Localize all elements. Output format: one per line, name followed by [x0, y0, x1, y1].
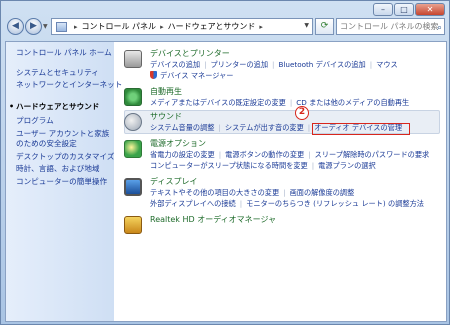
- sound-title[interactable]: サウンド: [150, 112, 182, 122]
- realtek-audio-icon[interactable]: [124, 216, 142, 234]
- maximize-button[interactable]: □: [394, 3, 414, 16]
- power-links: 省電力の設定の変更 | 電源ボタンの動作の変更 | スリープ解除時のパスワードの要求: [150, 150, 430, 159]
- autoplay-links: メディアまたはデバイスの既定設定の変更 | CD または他のメディアの自動再生: [150, 98, 410, 107]
- add-device-link[interactable]: デバイスの追加: [150, 60, 200, 69]
- navigation-bar: ◀ ▶ ▼ ▸ コントロール パネル ▸ ハードウェアとサウンド ▸ ▼ ⟳ コ…: [5, 17, 447, 39]
- sidebar-item-label: ハードウェアとサウンド: [16, 102, 100, 111]
- sidebar-item-programs[interactable]: プログラム: [16, 116, 54, 126]
- sidebar-item-system-security[interactable]: システムとセキュリティ: [16, 68, 99, 78]
- refresh-rate-link[interactable]: モニターのちらつき (リフレッシュ レート) の調整方法: [246, 199, 424, 208]
- power-links-2: コンピューターがスリープ状態になる時間を変更 | 電源プランの選択: [150, 161, 376, 170]
- window-frame: – □ ✕ ◀ ▶ ▼ ▸ コントロール パネル ▸ ハードウェアとサウンド ▸…: [0, 0, 450, 325]
- main-panel: デバイスとプリンター デバイスの追加 | プリンターの追加 | Bluetooth デバ…: [114, 42, 446, 321]
- breadcrumb-separator: ▸: [74, 22, 78, 31]
- power-button-link[interactable]: 電源ボタンの動作の変更: [225, 150, 304, 159]
- search-icon[interactable]: ⌕: [437, 21, 442, 34]
- sidebar-item-hardware-sound: • ハードウェアとサウンド: [9, 102, 100, 112]
- display-title[interactable]: ディスプレイ: [150, 177, 197, 187]
- shield-icon: [150, 71, 157, 79]
- minimize-button[interactable]: –: [373, 3, 393, 16]
- recent-pages-dropdown[interactable]: ▼: [43, 23, 48, 30]
- search-placeholder: コントロール パネルの検索: [340, 22, 439, 31]
- content-area: コントロール パネル ホーム システムとセキュリティ ネットワークとインターネッ…: [5, 41, 447, 322]
- search-input[interactable]: コントロール パネルの検索 ⌕: [336, 18, 445, 35]
- power-icon[interactable]: [124, 140, 142, 158]
- add-printer-link[interactable]: プリンターの追加: [211, 60, 269, 69]
- system-volume-link[interactable]: システム音量の調整: [150, 123, 214, 132]
- speaker-icon[interactable]: [124, 113, 142, 131]
- control-panel-icon: [56, 21, 67, 32]
- refresh-button[interactable]: ⟳: [315, 18, 334, 35]
- sidebar: コントロール パネル ホーム システムとセキュリティ ネットワークとインターネッ…: [6, 42, 122, 321]
- caption-buttons: – □ ✕: [373, 3, 445, 16]
- breadcrumb-control-panel[interactable]: コントロール パネル: [82, 21, 157, 32]
- close-button[interactable]: ✕: [415, 3, 445, 16]
- address-bar[interactable]: ▸ コントロール パネル ▸ ハードウェアとサウンド ▸ ▼: [51, 18, 313, 35]
- devices-links-2: デバイス マネージャー: [150, 71, 233, 81]
- sidebar-item-user-accounts[interactable]: ユーザー アカウントと家族: [16, 129, 109, 139]
- sleep-time-link[interactable]: コンピューターがスリープ状態になる時間を変更: [150, 161, 308, 170]
- printer-icon[interactable]: [124, 50, 142, 68]
- devices-title[interactable]: デバイスとプリンター: [150, 49, 230, 59]
- power-saving-link[interactable]: 省電力の設定の変更: [150, 150, 215, 159]
- text-size-link[interactable]: テキストやその他の項目の大きさの変更: [150, 188, 279, 197]
- back-button[interactable]: ◀: [7, 18, 24, 35]
- cd-autoplay-link[interactable]: CD または他のメディアの自動再生: [296, 98, 409, 107]
- sidebar-item-desktop[interactable]: デスクトップのカスタマイズ: [16, 152, 115, 162]
- add-bluetooth-link[interactable]: Bluetooth デバイスの追加: [278, 60, 365, 69]
- callout-highlight-box: [312, 123, 410, 135]
- wake-password-link[interactable]: スリープ解除時のパスワードの要求: [315, 150, 430, 159]
- monitor-icon[interactable]: [124, 178, 142, 196]
- devices-links: デバイスの追加 | プリンターの追加 | Bluetooth デバイスの追加 | マウス: [150, 60, 398, 69]
- sidebar-item-network[interactable]: ネットワークとインターネット: [16, 80, 122, 90]
- external-display-link[interactable]: 外部ディスプレイへの接続: [150, 199, 236, 208]
- resolution-link[interactable]: 画面の解像度の調整: [290, 188, 355, 197]
- autoplay-title[interactable]: 自動再生: [150, 87, 182, 97]
- default-media-settings-link[interactable]: メディアまたはデバイスの既定設定の変更: [150, 98, 286, 107]
- forward-button[interactable]: ▶: [25, 18, 42, 35]
- sidebar-item-clock-language[interactable]: 時計、言語、および地域: [16, 164, 100, 174]
- breadcrumb-separator: ▸: [160, 22, 164, 31]
- realtek-title[interactable]: Realtek HD オーディオマネージャ: [150, 215, 276, 225]
- breadcrumb-separator: ▸: [259, 22, 263, 31]
- system-sounds-link[interactable]: システムが出す音の変更: [225, 123, 304, 132]
- breadcrumb-hardware-sound[interactable]: ハードウェアとサウンド: [168, 21, 256, 32]
- power-plan-link[interactable]: 電源プランの選択: [318, 161, 376, 170]
- display-links-2: 外部ディスプレイへの接続 | モニターのちらつき (リフレッシュ レート) の調整方…: [150, 199, 424, 208]
- device-manager-link[interactable]: デバイス マネージャー: [160, 71, 233, 80]
- power-title[interactable]: 電源オプション: [150, 139, 206, 149]
- sidebar-item-ease-of-access[interactable]: コンピューターの簡単操作: [16, 177, 107, 187]
- current-item-bullet: •: [9, 102, 15, 111]
- address-dropdown-icon[interactable]: ▼: [304, 22, 309, 29]
- callout-number-badge: 2: [295, 106, 309, 120]
- autoplay-icon[interactable]: [124, 88, 142, 106]
- mouse-link[interactable]: マウス: [376, 60, 398, 69]
- sidebar-item-user-accounts-line2[interactable]: のための安全設定: [16, 139, 77, 149]
- sidebar-item-home[interactable]: コントロール パネル ホーム: [16, 48, 112, 58]
- display-links: テキストやその他の項目の大きさの変更 | 画面の解像度の調整: [150, 188, 355, 197]
